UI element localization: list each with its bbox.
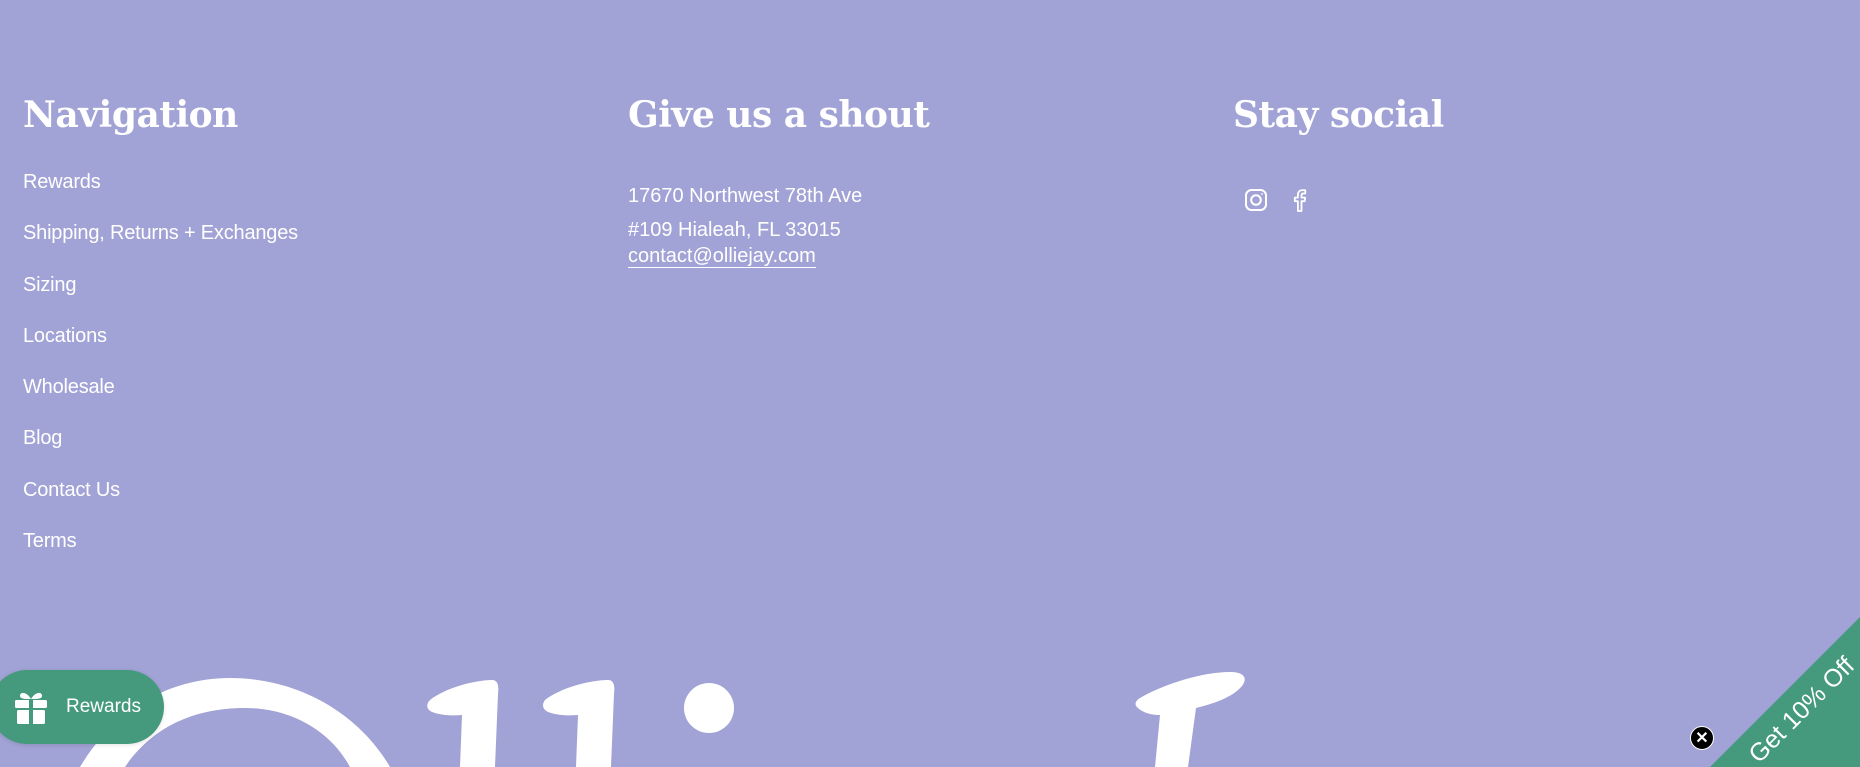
nav-item-terms: Terms [23,531,298,582]
nav-link-contact-us[interactable]: Contact Us [23,479,120,501]
nav-link-terms[interactable]: Terms [23,530,77,552]
gift-icon [12,688,50,726]
nav-link-locations[interactable]: Locations [23,325,107,347]
rewards-launcher-label: Rewards [66,696,141,717]
nav-item-locations: Locations [23,326,298,377]
nav-link-wholesale[interactable]: Wholesale [23,376,115,398]
nav-item-rewards: Rewards [23,172,298,223]
discount-corner-tab[interactable]: Get 10% Off [1700,607,1860,767]
navigation-column: Navigation Rewards Shipping, Returns + E… [23,88,298,551]
contact-heading: Give us a shout [628,94,930,136]
facebook-icon[interactable] [1287,187,1313,213]
social-icons [1243,187,1313,213]
contact-email-link[interactable]: contact@olliejay.com [628,245,816,268]
nav-item-shipping: Shipping, Returns + Exchanges [23,223,298,274]
rewards-launcher-button[interactable]: Rewards [0,670,164,744]
brand-wordmark-decoration [80,672,1245,767]
nav-link-sizing[interactable]: Sizing [23,274,76,296]
contact-column: Give us a shout 17670 Northwest 78th Ave… [628,88,930,268]
navigation-heading: Navigation [23,94,238,136]
address-line-2: #109 Hialeah, FL 33015 [628,219,841,241]
site-footer: Navigation Rewards Shipping, Returns + E… [0,0,1860,767]
address-line-1: 17670 Northwest 78th Ave [628,185,863,207]
nav-item-contact-us: Contact Us [23,480,298,531]
nav-item-blog: Blog [23,428,298,479]
nav-link-blog[interactable]: Blog [23,427,62,449]
nav-item-wholesale: Wholesale [23,377,298,428]
nav-link-shipping-returns-exchanges[interactable]: Shipping, Returns + Exchanges [23,222,298,244]
instagram-icon[interactable] [1243,187,1269,213]
contact-address: 17670 Northwest 78th Ave #109 Hialeah, F… [628,185,862,268]
nav-item-sizing: Sizing [23,275,298,326]
social-heading: Stay social [1233,94,1444,136]
nav-link-rewards[interactable]: Rewards [23,171,101,193]
social-column: Stay social [1233,88,1444,212]
navigation-list: Rewards Shipping, Returns + Exchanges Si… [23,172,298,582]
